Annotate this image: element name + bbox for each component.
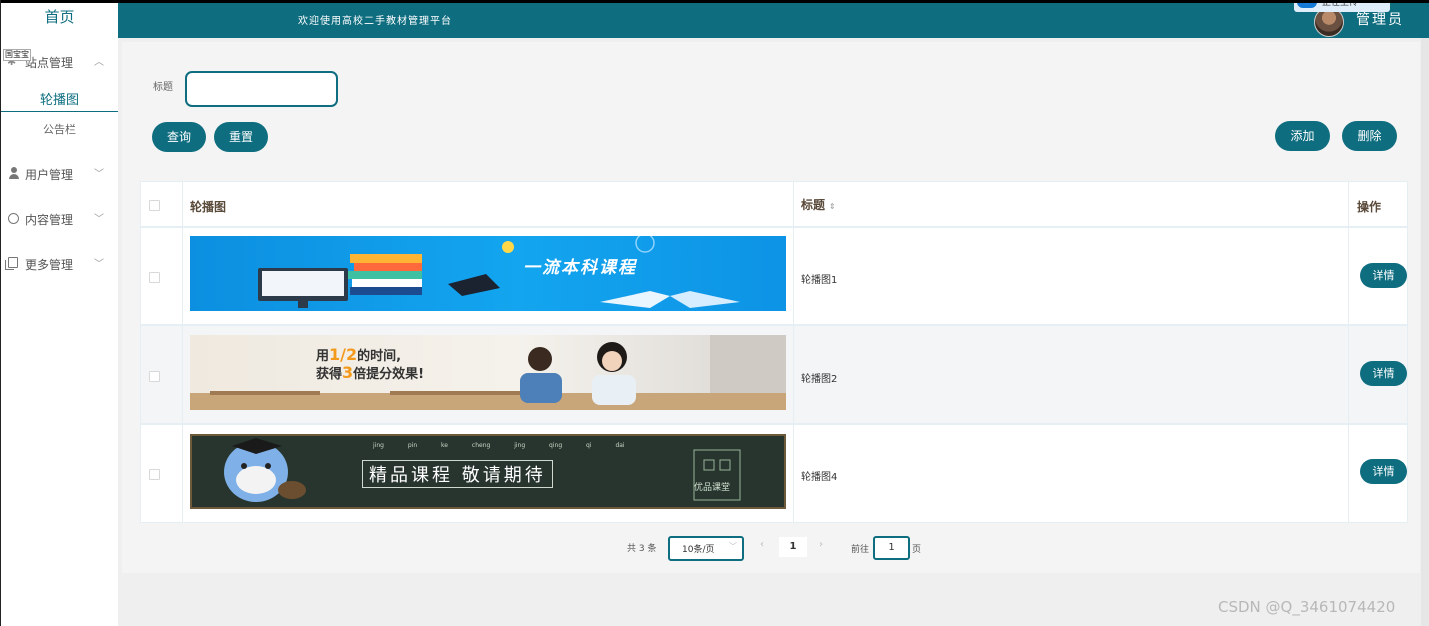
carousel-image: 用1/2的时间, 获得3倍提分效果! [190, 335, 786, 410]
column-divider [1348, 182, 1349, 522]
sidebar-item-carousel[interactable]: 轮播图 [1, 89, 118, 112]
carousel-image: 一流本科课程 [190, 236, 786, 311]
row-checkbox[interactable] [149, 272, 160, 283]
sidebar-group-users[interactable]: 用户管理 ﹀ [1, 163, 118, 187]
title-search-input[interactable] [185, 71, 338, 107]
pagination-total: 共 3 条 [627, 544, 657, 554]
banner-text: 一流本科课程 [523, 258, 637, 278]
filter-title-label: 标题 [153, 82, 173, 93]
sidebar-group-label: 更多管理 [25, 258, 74, 272]
add-button[interactable]: 添加 [1275, 121, 1330, 151]
sidebar-group-label: 站点管理 [25, 56, 74, 70]
column-divider [182, 182, 183, 522]
row-title: 轮播图2 [801, 374, 838, 385]
detail-button[interactable]: 详情 [1360, 263, 1407, 288]
column-header-title-label: 标题 [801, 198, 826, 212]
chevron-down-icon: ﹀ [94, 214, 104, 225]
header-title: 欢迎使用高校二手教材管理平台 [298, 16, 452, 27]
next-page-button[interactable]: › [819, 539, 823, 550]
banner-illustration [190, 335, 786, 410]
column-divider [793, 182, 794, 522]
column-header-action: 操作 [1357, 200, 1382, 214]
chevron-down-icon: ﹀ [94, 259, 104, 270]
carousel-image: jing pin ke cheng jing qing qi dai 精品课程 … [190, 434, 786, 509]
sidebar-group-content[interactable]: 内容管理 ﹀ [1, 208, 118, 232]
row-divider [141, 226, 1407, 228]
banner-illustration [258, 236, 740, 308]
delete-button[interactable]: 删除 [1342, 121, 1397, 151]
watermark: CSDN @Q_3461074420 [1218, 598, 1396, 616]
banner-text-segment: 倍提分效果! [353, 367, 425, 382]
detail-button[interactable]: 详情 [1360, 361, 1407, 386]
page-size-select[interactable]: 10条/页 ﹀ [668, 536, 744, 561]
sidebar: 首页 ✱ 站点管理 ︿ 国宝宝 轮播图 公告栏 用户管理 ﹀ 内容管理 ﹀ 更多… [1, 3, 118, 626]
row-checkbox[interactable] [149, 371, 160, 382]
goto-unit: 页 [912, 545, 922, 555]
banner-text-highlight: 1/2 [329, 345, 358, 364]
scrollbar[interactable] [1421, 38, 1429, 626]
banner-sign: 优品课堂 [694, 483, 731, 493]
detail-button[interactable]: 详情 [1360, 459, 1407, 484]
goto-label: 前往 [851, 545, 870, 555]
chevron-down-icon: ﹀ [729, 542, 737, 551]
sidebar-home[interactable]: 首页 [1, 6, 118, 27]
top-header: 欢迎使用高校二手教材管理平台 管理员 [118, 3, 1429, 38]
current-page[interactable]: 1 [779, 537, 807, 557]
top-border [0, 0, 1429, 3]
page-size-value: 10条/页 [682, 545, 715, 555]
banner-text-segment: 的时间, [357, 349, 402, 364]
banner-text: 精品课程 敬请期待 [362, 460, 553, 488]
query-button[interactable]: 查询 [152, 122, 206, 152]
row-divider [141, 324, 1407, 326]
row-divider [141, 423, 1407, 425]
sidebar-item-notice[interactable]: 公告栏 [1, 121, 118, 137]
sidebar-group-more[interactable]: 更多管理 ﹀ [1, 253, 118, 277]
chevron-down-icon: ﹀ [94, 169, 104, 180]
row-checkbox[interactable] [149, 469, 160, 480]
left-border [0, 0, 1, 626]
banner-text-highlight: 3 [342, 363, 354, 382]
banner-text-segment: 用 [316, 349, 330, 364]
admin-label[interactable]: 管理员 [1356, 9, 1404, 29]
banner-pinyin: jing pin ke cheng jing qing qi dai [373, 442, 625, 449]
prev-page-button[interactable]: ‹ [760, 539, 764, 550]
sidebar-group-label: 用户管理 [25, 168, 74, 182]
column-header-carousel: 轮播图 [190, 200, 227, 214]
reset-button[interactable]: 重置 [214, 122, 268, 152]
banner-text-segment: 获得 [316, 367, 343, 382]
chat-icon [8, 213, 19, 224]
sidebar-group-label: 内容管理 [25, 213, 74, 227]
copy-icon [5, 257, 18, 270]
row-title: 轮播图1 [801, 275, 838, 286]
banner-text-line2: 获得3倍提分效果! [316, 363, 424, 382]
column-header-title[interactable]: 标题 ⇕ [801, 196, 836, 213]
select-all-checkbox[interactable] [149, 200, 160, 211]
sort-icon[interactable]: ⇕ [829, 202, 836, 211]
row-title: 轮播图4 [801, 472, 838, 483]
overlay-tag: 国宝宝 [3, 49, 31, 61]
banner-text-line1: 用1/2的时间, [316, 345, 401, 364]
chevron-up-icon: ︿ [94, 57, 104, 68]
goto-page-input[interactable]: 1 [873, 536, 910, 560]
user-icon [8, 167, 20, 180]
data-table: 轮播图 标题 ⇕ 操作 一流本科课程 轮播图1 详情 用1/2的时间, 获得3倍… [140, 181, 1408, 523]
